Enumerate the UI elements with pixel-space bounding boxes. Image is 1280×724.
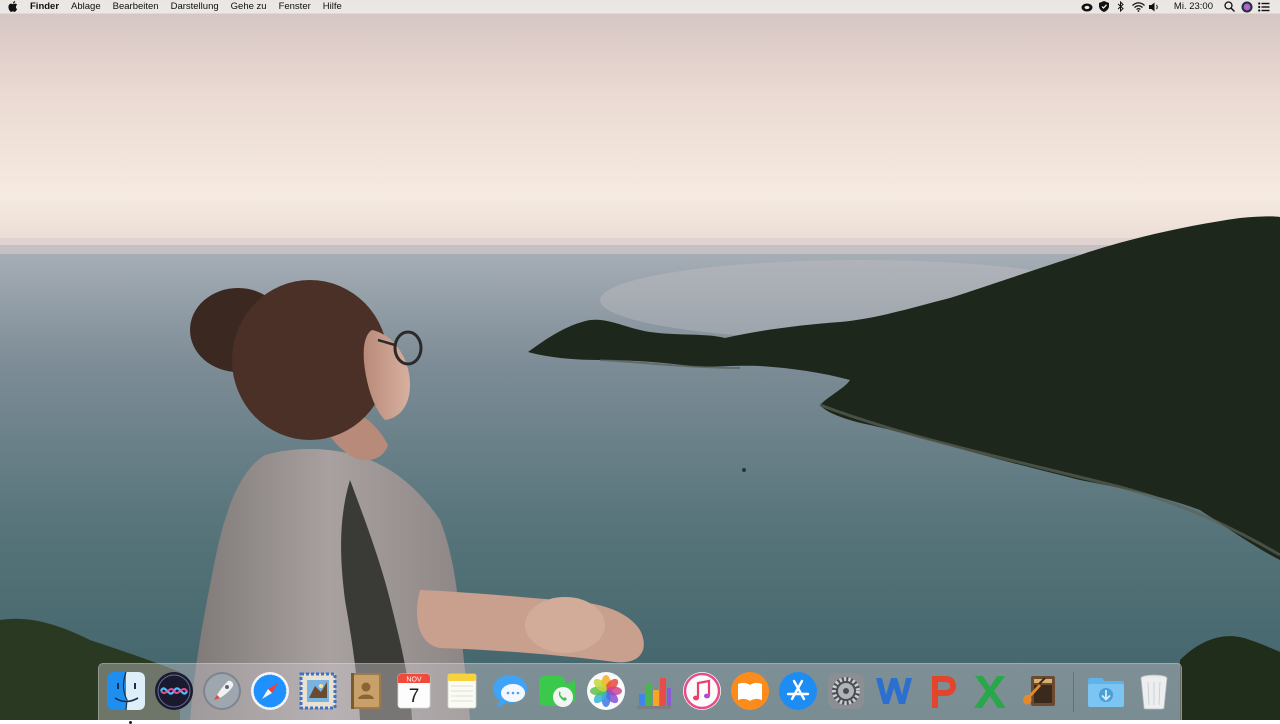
dock-downloads-folder-icon[interactable] [1085, 670, 1127, 712]
dock-excel-icon[interactable] [969, 670, 1011, 712]
wifi-icon[interactable] [1131, 0, 1145, 14]
dock-launchpad-icon[interactable] [201, 670, 243, 712]
dock-siri-icon[interactable] [153, 670, 195, 712]
dock-notes-icon[interactable] [441, 670, 483, 712]
dock-itunes-icon[interactable] [681, 670, 723, 712]
menu-bearbeiten[interactable]: Bearbeiten [107, 0, 165, 14]
dock-app-store-icon[interactable] [777, 670, 819, 712]
dock-ibooks-icon[interactable] [729, 670, 771, 712]
menu-ablage[interactable]: Ablage [65, 0, 107, 14]
dock-mail-icon[interactable] [297, 670, 339, 712]
menu-bar: Finder Ablage Bearbeiten Darstellung Geh… [0, 0, 1280, 14]
volume-icon[interactable] [1149, 0, 1162, 14]
spotlight-search-icon[interactable] [1223, 0, 1236, 14]
calendar-month: NOV [406, 677, 422, 684]
dock-facetime-icon[interactable] [537, 670, 579, 712]
dock-photos-icon[interactable] [585, 670, 627, 712]
menu-fenster[interactable]: Fenster [273, 0, 317, 14]
dock-powerpoint-icon[interactable] [921, 670, 963, 712]
dock-contacts-icon[interactable] [345, 670, 387, 712]
dock-word-icon[interactable] [873, 670, 915, 712]
menu-gehe-zu[interactable]: Gehe zu [225, 0, 273, 14]
dock: NOV 7 [98, 663, 1182, 724]
desktop-wallpaper [0, 0, 1280, 720]
dock-garageband-icon[interactable] [1017, 670, 1059, 712]
calendar-day: 7 [409, 686, 420, 707]
menubar-clock[interactable]: Mi. 23:00 [1164, 0, 1221, 14]
creative-cloud-icon[interactable] [1081, 0, 1094, 14]
dock-separator [1073, 672, 1074, 712]
bluetooth-icon[interactable] [1115, 0, 1128, 14]
menu-app-finder[interactable]: Finder [26, 0, 65, 14]
menu-hilfe[interactable]: Hilfe [317, 0, 348, 14]
dock-messages-icon[interactable] [489, 670, 531, 712]
siri-icon[interactable] [1240, 0, 1253, 14]
dock-system-preferences-icon[interactable] [825, 670, 867, 712]
shield-icon[interactable] [1098, 0, 1111, 14]
dock-trash-icon[interactable] [1133, 670, 1175, 712]
apple-menu-icon[interactable] [0, 1, 26, 12]
dock-finder-icon[interactable] [105, 670, 147, 724]
notification-center-icon[interactable] [1257, 0, 1270, 14]
dock-safari-icon[interactable] [249, 670, 291, 712]
dock-numbers-icon[interactable] [633, 670, 675, 712]
dock-calendar-icon[interactable]: NOV 7 [393, 670, 435, 712]
menu-darstellung[interactable]: Darstellung [165, 0, 225, 14]
